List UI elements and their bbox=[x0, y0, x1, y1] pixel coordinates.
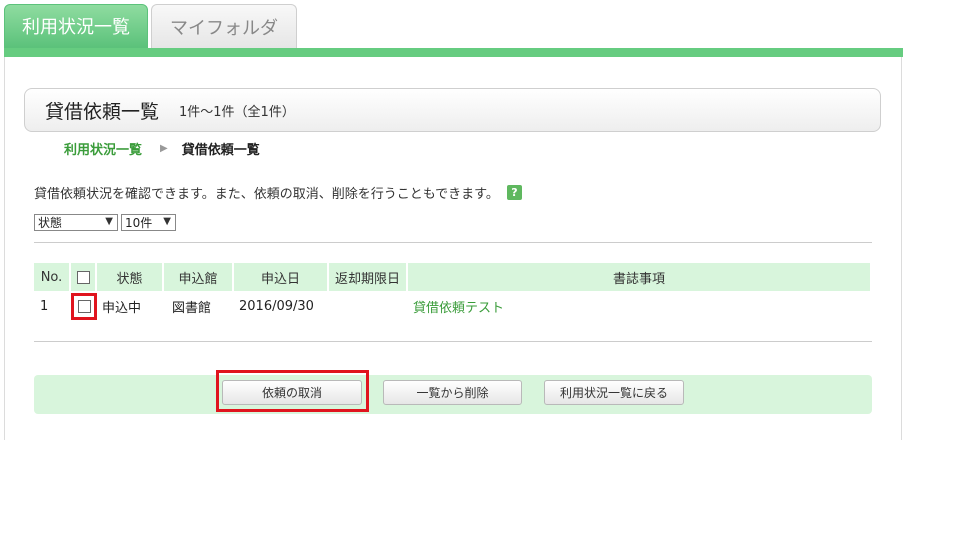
row-no: 1 bbox=[40, 298, 49, 314]
chevron-down-icon: ▼ bbox=[105, 216, 113, 227]
status-filter-select[interactable]: 状態 ▼ bbox=[34, 214, 118, 231]
tab-bar-underline bbox=[4, 48, 903, 57]
table-header: No. 状態 申込館 申込日 返却期限日 書誌事項 bbox=[34, 263, 870, 291]
description-text: 貸借依頼状況を確認できます。また、依頼の取消、削除を行うこともできます。 bbox=[34, 187, 499, 202]
breadcrumb-separator-icon: ▶ bbox=[160, 143, 168, 154]
row-date: 2016/09/30 bbox=[239, 298, 314, 314]
remove-from-list-button[interactable]: 一覧から削除 bbox=[383, 380, 522, 405]
page-size-select[interactable]: 10件 ▼ bbox=[121, 214, 176, 231]
back-to-usage-list-button[interactable]: 利用状況一覧に戻る bbox=[544, 380, 684, 405]
status-filter-value: 状態 bbox=[38, 216, 63, 230]
cancel-button-highlight bbox=[216, 370, 369, 412]
row-title-link[interactable]: 貸借依頼テスト bbox=[408, 292, 870, 320]
header-no: No. bbox=[34, 263, 71, 291]
row-due bbox=[329, 292, 408, 320]
breadcrumb-usage-list-link[interactable]: 利用状況一覧 bbox=[64, 139, 142, 158]
checkbox-highlight bbox=[71, 293, 97, 320]
row-library: 図書館 bbox=[172, 300, 212, 316]
divider-bottom bbox=[34, 341, 872, 342]
header-due: 返却期限日 bbox=[329, 263, 408, 291]
chevron-down-icon: ▼ bbox=[163, 216, 171, 227]
description: 貸借依頼状況を確認できます。また、依頼の取消、削除を行うこともできます。 ? bbox=[34, 183, 522, 202]
page-header: 貸借依頼一覧 1件～1件（全1件） bbox=[24, 88, 881, 132]
breadcrumb: 利用状況一覧 ▶ 貸借依頼一覧 bbox=[64, 139, 260, 158]
header-bibliography: 書誌事項 bbox=[408, 263, 870, 291]
page-title: 貸借依頼一覧 bbox=[45, 100, 160, 123]
breadcrumb-current: 貸借依頼一覧 bbox=[181, 143, 260, 158]
header-library: 申込館 bbox=[164, 263, 234, 291]
result-count: 1件～1件（全1件） bbox=[179, 104, 295, 120]
row-status: 申込中 bbox=[102, 300, 142, 316]
help-icon[interactable]: ? bbox=[506, 185, 522, 200]
divider-top bbox=[34, 242, 872, 243]
header-select-all bbox=[71, 263, 97, 291]
header-status: 状態 bbox=[97, 263, 164, 291]
header-date: 申込日 bbox=[234, 263, 329, 291]
page-size-value: 10件 bbox=[125, 216, 153, 230]
select-all-checkbox[interactable] bbox=[76, 270, 90, 284]
tab-usage-list[interactable]: 利用状況一覧 bbox=[4, 4, 148, 48]
tab-my-folder[interactable]: マイフォルダ bbox=[151, 4, 297, 48]
table-row: 1 申込中 図書館 2016/09/30 貸借依頼テスト bbox=[34, 292, 870, 320]
